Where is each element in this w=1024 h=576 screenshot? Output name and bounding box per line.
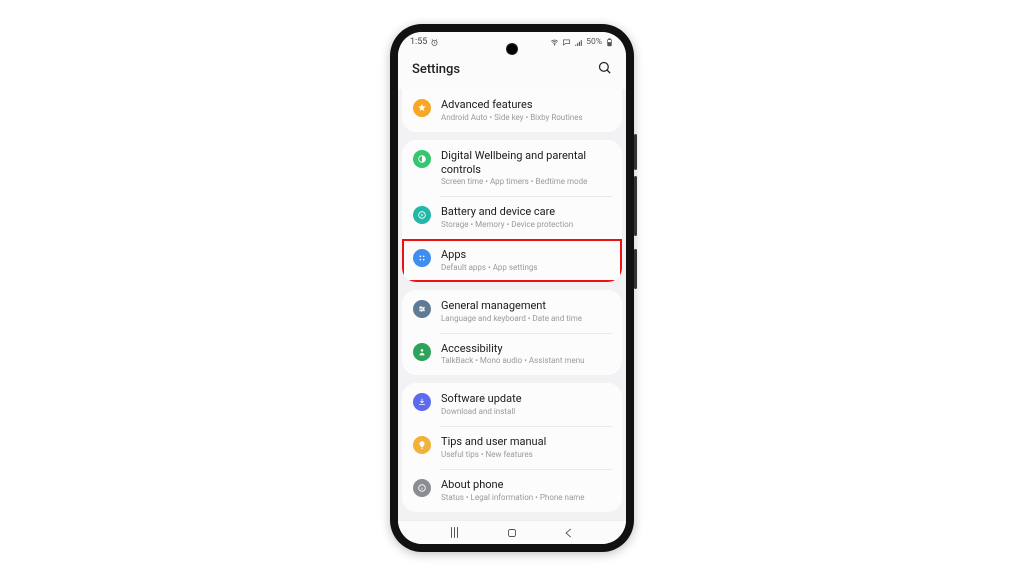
nav-bar [398, 520, 626, 544]
settings-group: Digital Wellbeing and parental controlsS… [402, 140, 622, 282]
settings-item-subtitle: Android Auto • Side key • Bixby Routines [441, 113, 583, 123]
signal-icon [574, 38, 583, 47]
settings-item-title: About phone [441, 478, 585, 492]
download-icon [413, 393, 431, 411]
battery-percent: 50% [586, 37, 602, 47]
page-title: Settings [412, 62, 460, 77]
info-icon [413, 479, 431, 497]
settings-item-title: Advanced features [441, 98, 583, 112]
settings-group: Advanced featuresAndroid Auto • Side key… [402, 89, 622, 132]
wifi-icon [550, 38, 559, 47]
search-button[interactable] [597, 60, 612, 79]
settings-item-battery-care[interactable]: Battery and device careStorage • Memory … [402, 196, 622, 239]
settings-item-tips[interactable]: Tips and user manualUseful tips • New fe… [402, 426, 622, 469]
settings-item-subtitle: Storage • Memory • Device protection [441, 220, 573, 230]
settings-item-general-management[interactable]: General managementLanguage and keyboard … [402, 290, 622, 333]
grid-icon [413, 249, 431, 267]
settings-item-texts: Software updateDownload and install [441, 392, 522, 417]
settings-item-texts: Tips and user manualUseful tips • New fe… [441, 435, 546, 460]
settings-item-about-phone[interactable]: About phoneStatus • Legal information • … [402, 469, 622, 512]
settings-item-title: Battery and device care [441, 205, 573, 219]
phone-frame: 1:55 50% Settings Advanced featuresAndro… [390, 24, 634, 552]
settings-item-software-update[interactable]: Software updateDownload and install [402, 383, 622, 426]
nav-recents-button[interactable] [448, 526, 462, 540]
settings-item-subtitle: Default apps • App settings [441, 263, 538, 273]
settings-item-title: Apps [441, 248, 538, 262]
settings-item-subtitle: TalkBack • Mono audio • Assistant menu [441, 356, 585, 366]
settings-item-texts: AccessibilityTalkBack • Mono audio • Ass… [441, 342, 585, 367]
nav-home-button[interactable] [505, 526, 519, 540]
sliders-icon [413, 300, 431, 318]
wellbeing-icon [413, 150, 431, 168]
person-icon [413, 343, 431, 361]
settings-list[interactable]: Advanced featuresAndroid Auto • Side key… [398, 89, 626, 520]
bulb-icon [413, 436, 431, 454]
settings-item-title: Digital Wellbeing and parental controls [441, 149, 611, 177]
status-alarm-icon [430, 38, 439, 47]
settings-item-texts: About phoneStatus • Legal information • … [441, 478, 585, 503]
settings-item-title: General management [441, 299, 582, 313]
status-time: 1:55 [410, 37, 427, 47]
volume-down-button[interactable] [634, 176, 637, 236]
power-button[interactable] [634, 249, 637, 289]
settings-item-title: Accessibility [441, 342, 585, 356]
settings-item-subtitle: Useful tips • New features [441, 450, 546, 460]
settings-item-title: Tips and user manual [441, 435, 546, 449]
settings-item-texts: AppsDefault apps • App settings [441, 248, 538, 273]
volte-icon [562, 38, 571, 47]
search-icon [597, 60, 612, 75]
settings-item-texts: Battery and device careStorage • Memory … [441, 205, 573, 230]
settings-item-accessibility[interactable]: AccessibilityTalkBack • Mono audio • Ass… [402, 333, 622, 376]
settings-item-subtitle: Status • Legal information • Phone name [441, 493, 585, 503]
settings-item-subtitle: Screen time • App timers • Bedtime mode [441, 177, 611, 187]
phone-screen: 1:55 50% Settings Advanced featuresAndro… [398, 32, 626, 544]
settings-item-subtitle: Language and keyboard • Date and time [441, 314, 582, 324]
battery-icon [605, 38, 614, 47]
settings-item-texts: Advanced featuresAndroid Auto • Side key… [441, 98, 583, 123]
star-icon [413, 99, 431, 117]
settings-item-digital-wellbeing[interactable]: Digital Wellbeing and parental controlsS… [402, 140, 622, 197]
settings-item-subtitle: Download and install [441, 407, 522, 417]
settings-item-apps[interactable]: AppsDefault apps • App settings [402, 239, 622, 282]
settings-group: Software updateDownload and install Tips … [402, 383, 622, 511]
battery-icon [413, 206, 431, 224]
settings-item-texts: Digital Wellbeing and parental controlsS… [441, 149, 611, 188]
settings-header: Settings [398, 52, 626, 89]
settings-item-texts: General managementLanguage and keyboard … [441, 299, 582, 324]
settings-item-advanced-features[interactable]: Advanced featuresAndroid Auto • Side key… [402, 89, 622, 132]
volume-up-button[interactable] [634, 134, 637, 170]
settings-item-title: Software update [441, 392, 522, 406]
nav-back-button[interactable] [562, 526, 576, 540]
camera-notch [507, 44, 517, 54]
settings-group: General managementLanguage and keyboard … [402, 290, 622, 376]
